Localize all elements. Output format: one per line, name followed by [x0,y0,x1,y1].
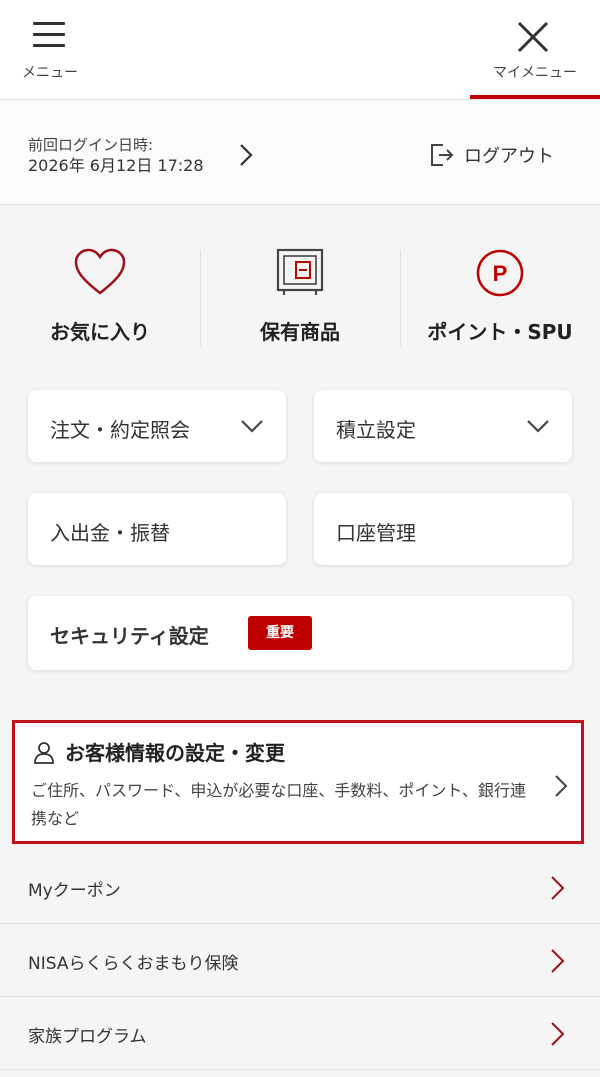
quick-link-holdings[interactable]: 保有商品 [210,246,390,356]
orders-label: 注文・約定照会 [50,418,190,442]
close-icon [517,21,549,53]
security-label: セキュリティ設定 [50,624,209,648]
logout-icon [431,144,454,166]
divider [400,250,401,346]
savings-label: 積立設定 [336,418,416,442]
chevron-down-icon [241,420,263,433]
account-management-button[interactable]: 口座管理 [314,493,572,565]
point-p-icon: P [476,249,524,297]
customer-info-title: お客様情報の設定・変更 [65,741,285,765]
important-badge: 重要 [248,616,312,650]
deposit-transfer-button[interactable]: 入出金・振替 [28,493,286,565]
chevron-right-icon [551,949,565,973]
list-item-label: 家族プログラム [28,1027,147,1047]
chevron-right-icon [551,876,565,900]
logout-button[interactable]: ログアウト [428,139,578,171]
deposit-label: 入出金・振替 [50,521,170,545]
menu-label: メニュー [22,65,78,81]
orders-dropdown[interactable]: 注文・約定照会 [28,390,286,462]
list-item-family-program[interactable]: 家族プログラム [0,998,600,1070]
list-item-label: NISAらくらくおまもり保険 [28,954,239,974]
list-item-nisa-insurance[interactable]: NISAらくらくおまもり保険 [0,925,600,997]
mymenu-close-button[interactable]: マイメニュー [470,18,600,100]
savings-dropdown[interactable]: 積立設定 [314,390,572,462]
quick-link-label: お気に入り [50,320,150,344]
heart-icon [74,248,126,295]
mymenu-label: マイメニュー [493,65,577,81]
safe-icon [276,248,324,295]
chevron-right-icon[interactable] [236,142,256,168]
chevron-down-icon [527,420,549,433]
logout-label: ログアウト [464,146,554,167]
person-icon [34,742,54,764]
active-tab-underline [470,95,600,99]
customer-info-description: ご住所、パスワード、申込が必要な口座、手数料、ポイント、銀行連携など [31,781,527,828]
quick-link-label: ポイント・SPU [427,320,573,344]
chevron-right-icon [555,775,568,797]
svg-text:P: P [493,261,508,286]
list-item-label: Myクーポン [28,881,121,901]
menu-button[interactable]: メニュー [14,18,86,88]
hamburger-icon [33,22,65,48]
list-item-my-coupon[interactable]: Myクーポン [0,852,600,924]
account-label: 口座管理 [336,521,416,545]
quick-link-label: 保有商品 [260,320,340,344]
quick-link-points[interactable]: P ポイント・SPU [405,246,595,356]
customer-info-settings[interactable]: お客様情報の設定・変更 ご住所、パスワード、申込が必要な口座、手数料、ポイント、… [12,720,584,844]
top-bar: メニュー マイメニュー [0,0,600,100]
divider [200,250,201,346]
chevron-right-icon [551,1022,565,1046]
quick-link-favorites[interactable]: お気に入り [10,246,190,356]
